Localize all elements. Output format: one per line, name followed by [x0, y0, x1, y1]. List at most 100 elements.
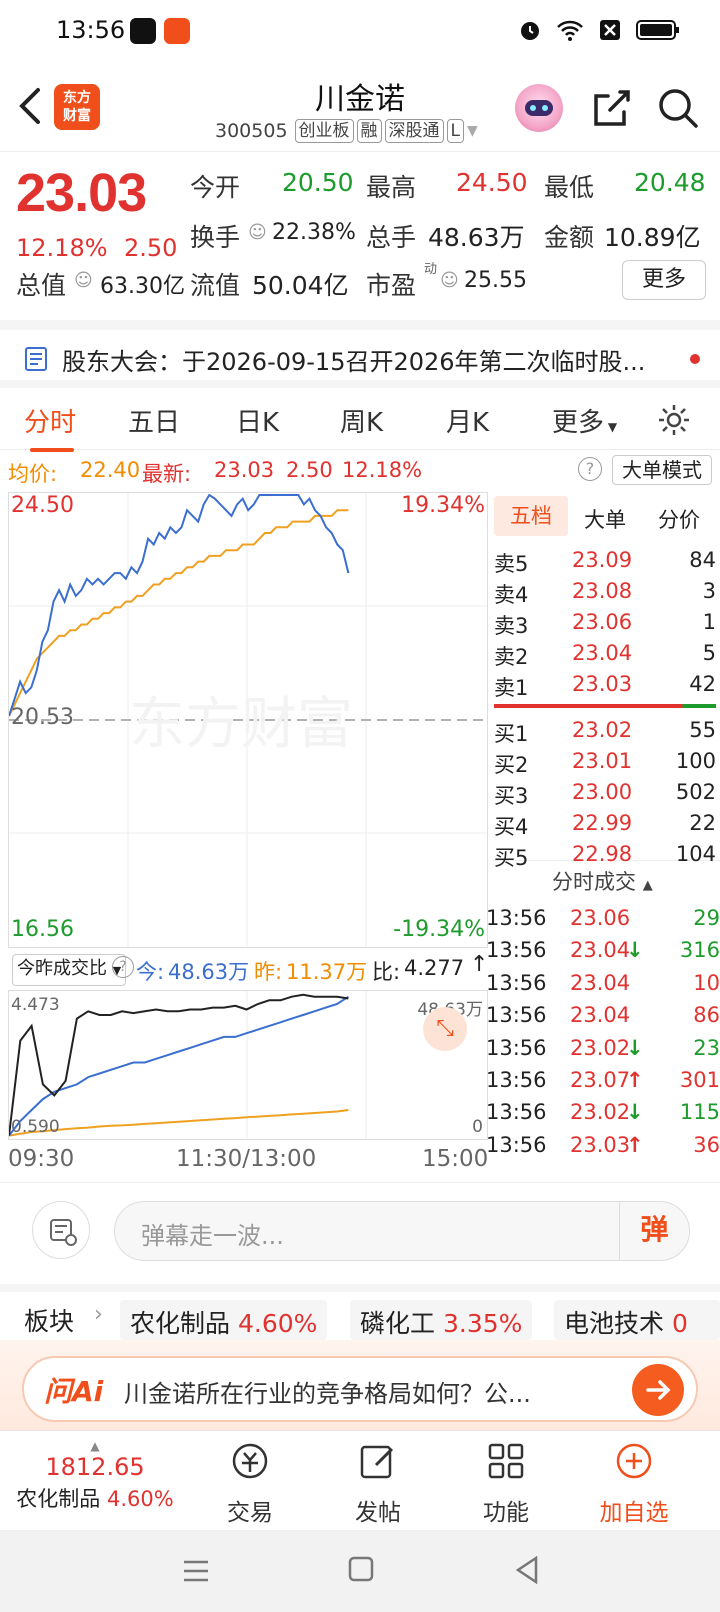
danmu-bar: 弹幕走一波... 弹	[0, 1182, 720, 1276]
tag-l: L	[446, 119, 465, 143]
amount-label: 金额	[544, 223, 595, 252]
ask-qty: 1	[702, 610, 716, 634]
bid-level: 买1	[494, 722, 529, 746]
latest-label: 最新:	[142, 462, 192, 486]
tick-row: 13:56 23.04 10	[486, 967, 720, 999]
menu-icon[interactable]	[182, 1558, 210, 1584]
latest-value: 23.03	[214, 458, 275, 482]
tab-intraday[interactable]: 分时	[24, 402, 76, 439]
chevron-right-icon[interactable]: ›	[94, 1302, 103, 1327]
app-notification-icon	[164, 18, 190, 44]
mcap-info-icon[interactable]: ☺	[74, 270, 93, 291]
danmu-input[interactable]: 弹幕走一波... 弹	[114, 1201, 690, 1261]
nav-functions[interactable]: 功能	[446, 1439, 566, 1527]
ask-row[interactable]: 卖1 23.03 42	[492, 668, 720, 700]
tab-monthly-k[interactable]: 月K	[446, 402, 489, 439]
bid-row[interactable]: 买1 23.02 55	[492, 714, 720, 746]
ask-qty: 42	[689, 672, 716, 696]
tick-row: 13:56 23.03 ↑ 36	[486, 1129, 720, 1161]
ask-row[interactable]: 卖3 23.06 1	[492, 606, 720, 638]
float-label: 流值	[190, 271, 241, 300]
tab-weekly-k[interactable]: 周K	[340, 402, 383, 439]
tag-margin: 融	[356, 119, 382, 143]
nav-post[interactable]: 发帖	[318, 1439, 438, 1527]
share-icon[interactable]	[590, 86, 634, 130]
order-book: 五档 大单 分价 分时成交 ▲ 卖5 23.09 84 卖4 23.08 3 卖3 23.06…	[486, 492, 720, 1176]
ai-go-button[interactable]	[632, 1364, 684, 1416]
turnover-label: 换手	[190, 223, 241, 252]
tab-five-levels[interactable]: 五档	[494, 496, 568, 536]
battery-icon	[636, 20, 679, 40]
ask-price: 23.09	[572, 548, 633, 572]
bid-row[interactable]: 买5 22.98 104	[492, 838, 720, 870]
tab-more-label: 更多	[552, 408, 605, 438]
pe-label: 市盈	[366, 271, 417, 300]
y-label-top-pct: 19.34%	[401, 493, 485, 518]
sector-item[interactable]: 磷化工 3.35%	[350, 1300, 533, 1340]
ticks-title[interactable]: 分时成交 ▲	[552, 866, 653, 896]
bid-row[interactable]: 买4 22.99 22	[492, 807, 720, 839]
intraday-chart[interactable]: 东方财富 24.50 19.34% 20.53 16.56 -19.34%	[8, 492, 488, 948]
tab-more[interactable]: 更多 ▼	[552, 402, 617, 439]
tab-5day[interactable]: 五日	[128, 402, 180, 439]
tags-dropdown-icon[interactable]: ▼	[467, 123, 478, 139]
sector-bar: 板块 › 农化制品 4.60% 磷化工 3.35% 电池技术 0	[0, 1284, 720, 1340]
ask-row[interactable]: 卖4 23.08 3	[492, 575, 720, 607]
ask-row[interactable]: 卖2 23.04 5	[492, 637, 720, 669]
tab-daily-k[interactable]: 日K	[236, 402, 279, 439]
tab-price-dist[interactable]: 分价	[658, 504, 700, 534]
back-icon[interactable]	[514, 1556, 540, 1584]
sector-pct: 0	[671, 1309, 688, 1338]
big-order-mode-button[interactable]: 大单模式	[612, 455, 712, 485]
bid-price: 23.01	[572, 749, 633, 773]
pe-info-icon[interactable]: ☺	[440, 270, 459, 291]
danmu-settings-icon[interactable]	[32, 1201, 90, 1259]
alarm-icon	[521, 22, 539, 40]
bid-qty: 55	[689, 718, 716, 742]
amount-value: 10.89亿	[604, 223, 701, 252]
notice-bar[interactable]: 股东大会：于2026-09-15召开2026年第二次临时股...	[0, 320, 720, 378]
change-percent: 12.18%	[16, 234, 108, 262]
sector-index[interactable]: ▲ 1812.65 农化制品 4.60%	[0, 1439, 190, 1513]
wifi-icon	[557, 20, 583, 41]
system-nav-bar	[0, 1530, 720, 1612]
document-icon	[25, 347, 47, 371]
status-bar: 13:56	[0, 0, 720, 64]
more-quote-button[interactable]: 更多	[622, 260, 706, 300]
help-icon[interactable]: ?	[578, 457, 602, 481]
help-icon[interactable]: ?	[112, 956, 134, 978]
tick-time: 13:56	[486, 1068, 547, 1092]
expand-icon[interactable]: ⤡	[423, 1007, 467, 1051]
sector-item[interactable]: 农化制品 4.60%	[120, 1300, 328, 1340]
tick-row: 13:56 23.02 ↓ 115	[486, 1096, 720, 1128]
tick-price: 23.06	[570, 906, 631, 930]
vol-compare-selector[interactable]: 今昨成交比 ▼	[12, 954, 127, 986]
yest-vol-label: 昨:	[254, 960, 283, 984]
bid-row[interactable]: 买2 23.01 100	[492, 745, 720, 777]
current-price: 23.03	[16, 163, 147, 223]
volume-ratio-chart[interactable]: 4.473 0.590 48.63万 0 ⤡	[8, 990, 488, 1140]
yesterday-volume-line	[9, 1109, 349, 1137]
sector-item[interactable]: 电池技术 0	[554, 1300, 720, 1340]
nav-post-label: 发帖	[355, 1500, 401, 1526]
ask-row[interactable]: 卖5 23.09 84	[492, 544, 720, 576]
tick-qty: 10	[693, 970, 720, 995]
nav-add-watchlist[interactable]: 加自选	[574, 1439, 694, 1527]
watermark: 东方财富	[129, 692, 353, 757]
ai-question-box[interactable]: 问Ai 川金诺所在行业的竞争格局如何？公...	[22, 1356, 698, 1422]
nav-trade[interactable]: 交易	[190, 1439, 310, 1527]
status-time: 13:56	[56, 16, 126, 44]
danmu-send-button[interactable]: 弹	[619, 1202, 689, 1260]
volume-chart-svg	[9, 991, 367, 1139]
gear-icon[interactable]	[656, 402, 692, 438]
tick-time: 13:56	[486, 906, 547, 930]
turnover-info-icon[interactable]: ☺	[248, 222, 267, 243]
ai-robot-icon[interactable]	[515, 84, 563, 132]
search-icon[interactable]	[656, 86, 700, 130]
volume-label: 总手	[366, 223, 417, 252]
home-icon[interactable]	[348, 1556, 374, 1584]
y-label-bottom-pct: -19.34%	[393, 917, 485, 942]
tab-big-orders[interactable]: 大单	[584, 504, 626, 534]
bid-row[interactable]: 买3 23.00 502	[492, 776, 720, 808]
tick-time: 13:56	[486, 1132, 547, 1157]
